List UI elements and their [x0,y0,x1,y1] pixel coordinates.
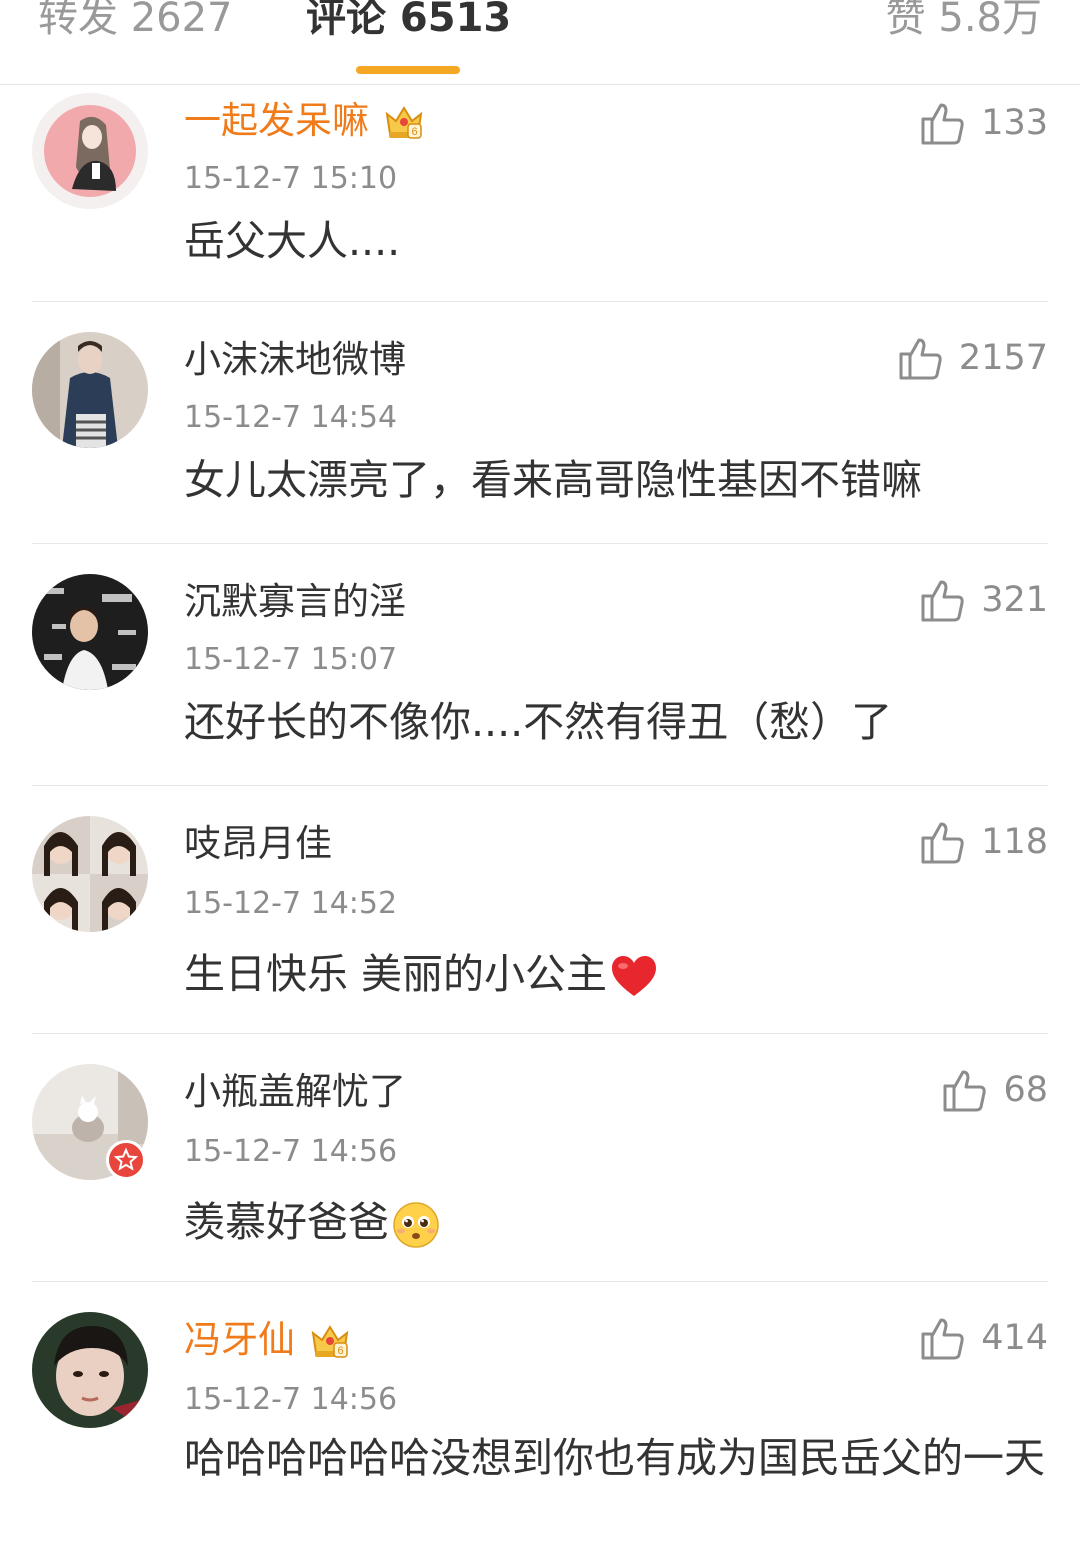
comment-text: 羡慕好爸爸 [184,1196,1054,1250]
comment-text-content: 羡慕好爸爸 [184,1198,389,1246]
heart-emoji [612,956,657,996]
comment-item: 一起发呆嘛 6 15-12-7 15:10 岳父大人.... 133 [0,85,1080,302]
avatar[interactable] [32,816,148,932]
avatar[interactable] [32,93,148,209]
comment-item: 冯牙仙 6 15-12-7 14:56 哈哈哈哈哈哈没想到你也有成为国民岳父的一… [0,1282,1080,1562]
like-count: 68 [1003,1070,1048,1110]
like-button[interactable]: 68 [941,1066,1048,1114]
comment-text-content: 生日快乐 美丽的小公主 [184,950,608,998]
comment-time: 15-12-7 14:52 [184,886,398,921]
like-button[interactable]: 414 [919,1314,1048,1362]
username[interactable]: 一起发呆嘛 [184,93,369,149]
user-line: 沉默寡言的淫 [184,574,406,630]
like-count: 133 [981,103,1048,143]
comment-time: 15-12-7 14:56 [184,1382,398,1417]
tab-comment[interactable]: 评论 6513 [306,0,511,48]
comment-text: 岳父大人.... [184,217,401,265]
thumbs-up-icon [899,338,942,380]
tab-repost[interactable]: 转发 2627 [38,0,233,48]
user-line: 冯牙仙 6 [184,1312,353,1368]
comment-time: 15-12-7 15:10 [184,161,398,196]
comment-time: 15-12-7 15:07 [184,642,398,677]
vip-crown-icon: 6 [385,106,423,139]
user-line: 一起发呆嘛 6 [184,93,427,149]
avatar[interactable] [32,1312,148,1428]
svg-text:6: 6 [411,126,417,138]
thumbs-up-icon [921,103,964,145]
like-button[interactable]: 2157 [897,334,1048,382]
pleading-face-emoji [393,1202,439,1248]
comment-item: 小瓶盖解忧了 15-12-7 14:56 羡慕好爸爸 68 [0,1034,1080,1282]
avatar[interactable] [32,574,148,690]
like-button[interactable]: 118 [919,818,1048,866]
comment-text: 还好长的不像你....不然有得丑（愁）了 [184,698,893,746]
user-line: 小沫沫地微博 [184,332,406,388]
thumbs-up-icon [921,822,964,864]
comment-time: 15-12-7 14:54 [184,400,398,435]
username[interactable]: 吱昂月佳 [184,816,332,872]
comment-item: 小沫沫地微博 15-12-7 14:54 女儿太漂亮了，看来高哥隐性基因不错嘛 … [0,302,1080,544]
like-count: 321 [981,580,1048,620]
comment-item: 沉默寡言的淫 15-12-7 15:07 还好长的不像你....不然有得丑（愁）… [0,544,1080,786]
username[interactable]: 沉默寡言的淫 [184,574,406,630]
comment-text: 女儿太漂亮了，看来高哥隐性基因不错嘛 [184,456,922,504]
like-button[interactable]: 133 [919,99,1048,147]
vip-crown-icon: 6 [311,1325,349,1358]
user-line: 小瓶盖解忧了 [184,1064,406,1120]
svg-text:6: 6 [337,1345,343,1357]
like-count: 2157 [958,338,1048,378]
verified-badge [106,1140,146,1180]
comment-text: 哈哈哈哈哈哈没想到你也有成为国民岳父的一天 [184,1434,1045,1482]
comment-list: 一起发呆嘛 6 15-12-7 15:10 岳父大人.... 133 小沫沫地微… [0,85,1080,1562]
star-icon [113,1147,139,1171]
username[interactable]: 冯牙仙 [184,1312,295,1368]
avatar[interactable] [32,332,148,448]
username[interactable]: 小瓶盖解忧了 [184,1064,406,1120]
comment-item: 吱昂月佳 15-12-7 14:52 生日快乐 美丽的小公主 118 [0,786,1080,1034]
comment-time: 15-12-7 14:56 [184,1134,398,1169]
like-button[interactable]: 321 [919,576,1048,624]
username[interactable]: 小沫沫地微博 [184,332,406,388]
user-line: 吱昂月佳 [184,816,332,872]
comment-text: 生日快乐 美丽的小公主 [184,948,1054,1002]
thumbs-up-icon [921,1318,964,1360]
comment-tabs: 转发 2627 评论 6513 赞 5.8万 [0,0,1080,85]
like-count: 118 [981,822,1048,862]
like-count: 414 [981,1318,1048,1358]
thumbs-up-icon [921,580,964,622]
tab-like[interactable]: 赞 5.8万 [886,0,1042,48]
active-tab-indicator [356,66,460,74]
thumbs-up-icon [943,1070,987,1112]
